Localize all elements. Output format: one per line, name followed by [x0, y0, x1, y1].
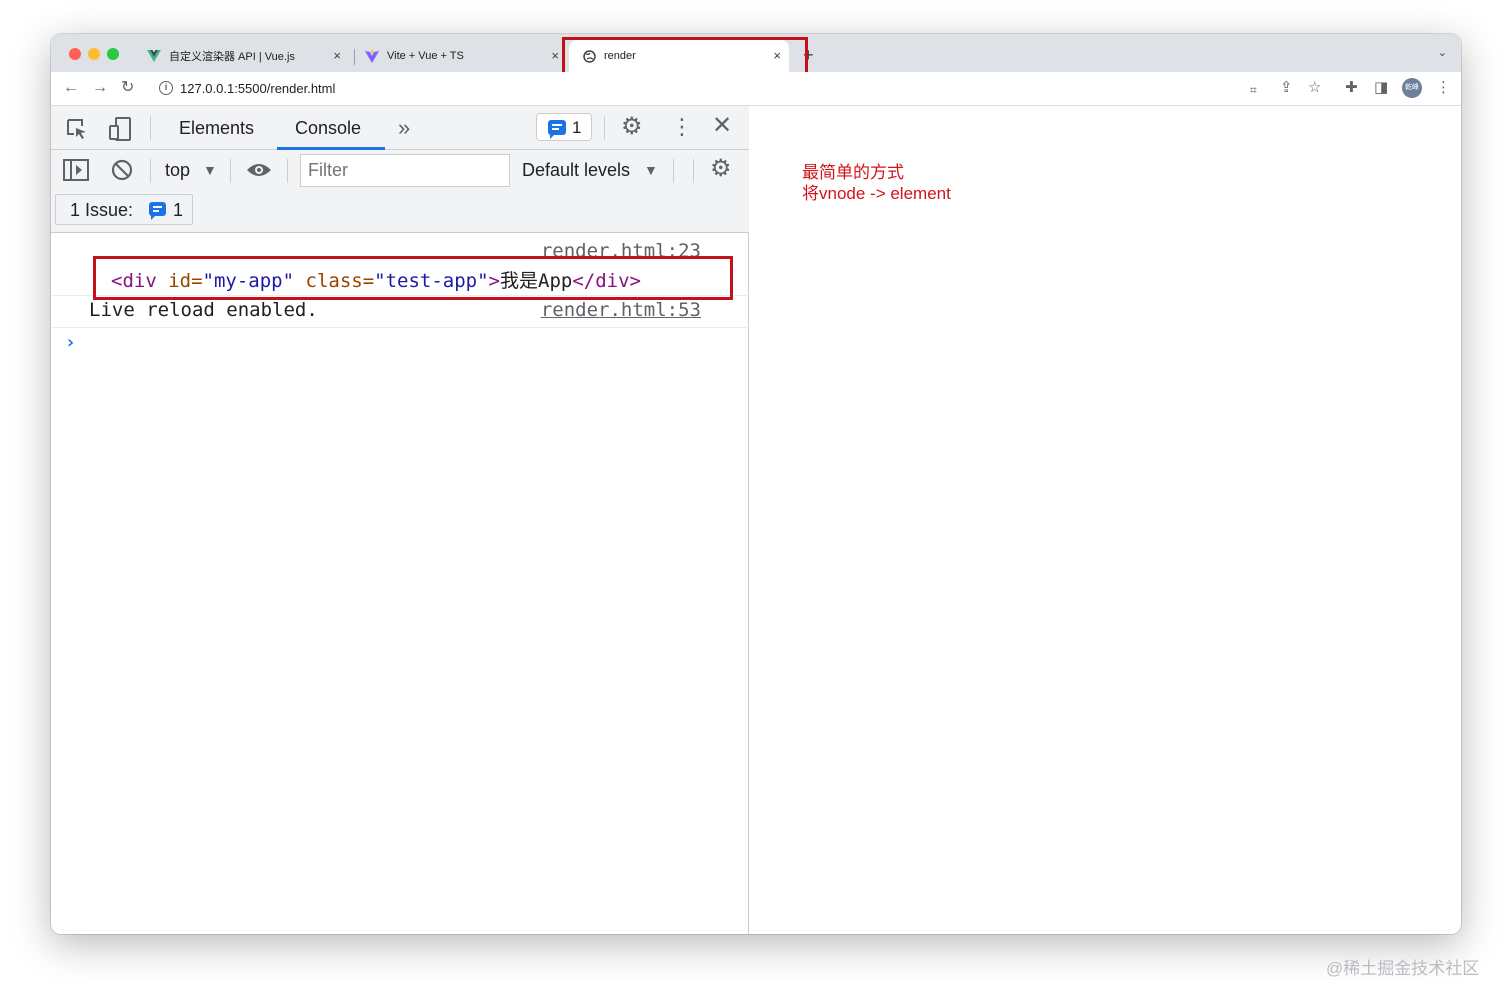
source-link[interactable]: render.html:53: [541, 299, 701, 321]
tab-title: Vite + Vue + TS: [387, 50, 464, 62]
clear-console-icon[interactable]: [111, 159, 133, 181]
toolbar-separator: [604, 116, 605, 140]
toolbar-separator: [150, 159, 151, 183]
annotation-highlight-log: [93, 256, 733, 300]
back-arrow-icon[interactable]: ←: [63, 79, 79, 97]
browser-toolbar: ← → ↻ i 127.0.0.1:5500/render.html ⌗ ⇪ ☆…: [51, 72, 1461, 106]
close-window-button[interactable]: [69, 48, 81, 60]
browser-window: 自定义渲染器 API | Vue.js × Vite + Vue + TS × …: [51, 34, 1461, 934]
device-toolbar-icon[interactable]: [109, 116, 133, 142]
address-bar[interactable]: 127.0.0.1:5500/render.html: [180, 81, 335, 96]
minimize-window-button[interactable]: [88, 48, 100, 60]
tab-elements[interactable]: Elements: [179, 118, 254, 139]
message-icon: [548, 120, 566, 139]
issues-count: 1: [173, 200, 184, 220]
close-devtools-icon[interactable]: ✕: [712, 114, 732, 138]
settings-gear-icon[interactable]: ⚙: [621, 115, 643, 139]
forward-arrow-icon[interactable]: →: [92, 79, 108, 97]
page-viewport: 最简单的方式 将vnode -> element: [750, 106, 1461, 934]
side-panel-icon[interactable]: ◨: [1374, 79, 1388, 97]
console-output: render.html:23 <div id="my-app" class="t…: [51, 234, 749, 934]
issues-counter: 1: [572, 118, 582, 137]
console-toolbar: top ▼ Default levels ▼ ⚙: [51, 150, 749, 190]
toolbar-separator: [230, 159, 231, 183]
toolbar-separator: [693, 159, 694, 183]
console-message: Live reload enabled. render.html:53: [51, 296, 749, 328]
log-levels-dropdown[interactable]: Default levels: [522, 160, 630, 181]
tab-strip: 自定义渲染器 API | Vue.js × Vite + Vue + TS × …: [51, 34, 1461, 81]
reload-icon[interactable]: ↻: [121, 79, 134, 97]
inspect-element-icon[interactable]: [65, 117, 89, 141]
profile-avatar[interactable]: 乾峰: [1402, 78, 1422, 98]
issues-button[interactable]: 1 Issue: 1: [55, 194, 193, 225]
site-info-icon[interactable]: i: [159, 81, 173, 95]
share-icon[interactable]: ⇪: [1280, 79, 1293, 97]
devtools-more-icon[interactable]: ⋮: [671, 116, 693, 138]
tab-close-icon[interactable]: ×: [551, 49, 559, 63]
console-sidebar-icon[interactable]: [63, 159, 89, 181]
more-menu-icon[interactable]: ⋮: [1436, 79, 1451, 97]
tab-vue-renderer-api[interactable]: 自定义渲染器 API | Vue.js ×: [139, 40, 349, 72]
vite-logo-icon: [365, 49, 379, 63]
issues-bar: 1 Issue: 1: [51, 190, 749, 233]
tab-separator: [354, 49, 355, 65]
tab-search-chevron-icon[interactable]: ⌄: [1438, 46, 1447, 59]
devtools-main-toolbar: Elements Console » 1 ⚙ ⋮ ✕: [51, 106, 749, 150]
tab-vite-vue-ts[interactable]: Vite + Vue + TS ×: [357, 40, 567, 72]
bookmark-star-icon[interactable]: ☆: [1308, 79, 1321, 97]
console-filter-input[interactable]: [300, 154, 510, 187]
vue-logo-icon: [147, 50, 161, 62]
context-selector[interactable]: top: [165, 160, 190, 181]
maximize-window-button[interactable]: [107, 48, 119, 60]
more-tabs-chevron-icon[interactable]: »: [398, 115, 410, 141]
issues-counter-button[interactable]: 1: [536, 113, 592, 141]
tab-console[interactable]: Console: [295, 118, 361, 139]
tab-title: 自定义渲染器 API | Vue.js: [169, 51, 295, 63]
extensions-puzzle-icon[interactable]: ✚: [1345, 79, 1358, 97]
console-prompt[interactable]: ›: [65, 332, 76, 353]
toolbar-separator: [287, 159, 288, 183]
tab-close-icon[interactable]: ×: [333, 49, 341, 63]
context-dropdown-icon[interactable]: ▼: [203, 162, 217, 178]
translate-icon[interactable]: ⌗: [1250, 81, 1257, 99]
devtools-panel: Elements Console » 1 ⚙ ⋮ ✕ top ▼ Default…: [51, 106, 749, 934]
log-levels-dropdown-icon[interactable]: ▼: [644, 162, 658, 178]
toolbar-separator: [673, 159, 674, 183]
toolbar-separator: [150, 116, 151, 140]
annotation-text: 将vnode -> element: [802, 184, 951, 203]
console-settings-gear-icon[interactable]: ⚙: [710, 157, 732, 181]
message-icon: [149, 202, 166, 220]
console-log-text: Live reload enabled.: [89, 299, 318, 321]
watermark: @稀土掘金技术社区: [1326, 959, 1480, 978]
issues-label: 1 Issue:: [70, 200, 134, 220]
live-expression-eye-icon[interactable]: [246, 162, 272, 178]
